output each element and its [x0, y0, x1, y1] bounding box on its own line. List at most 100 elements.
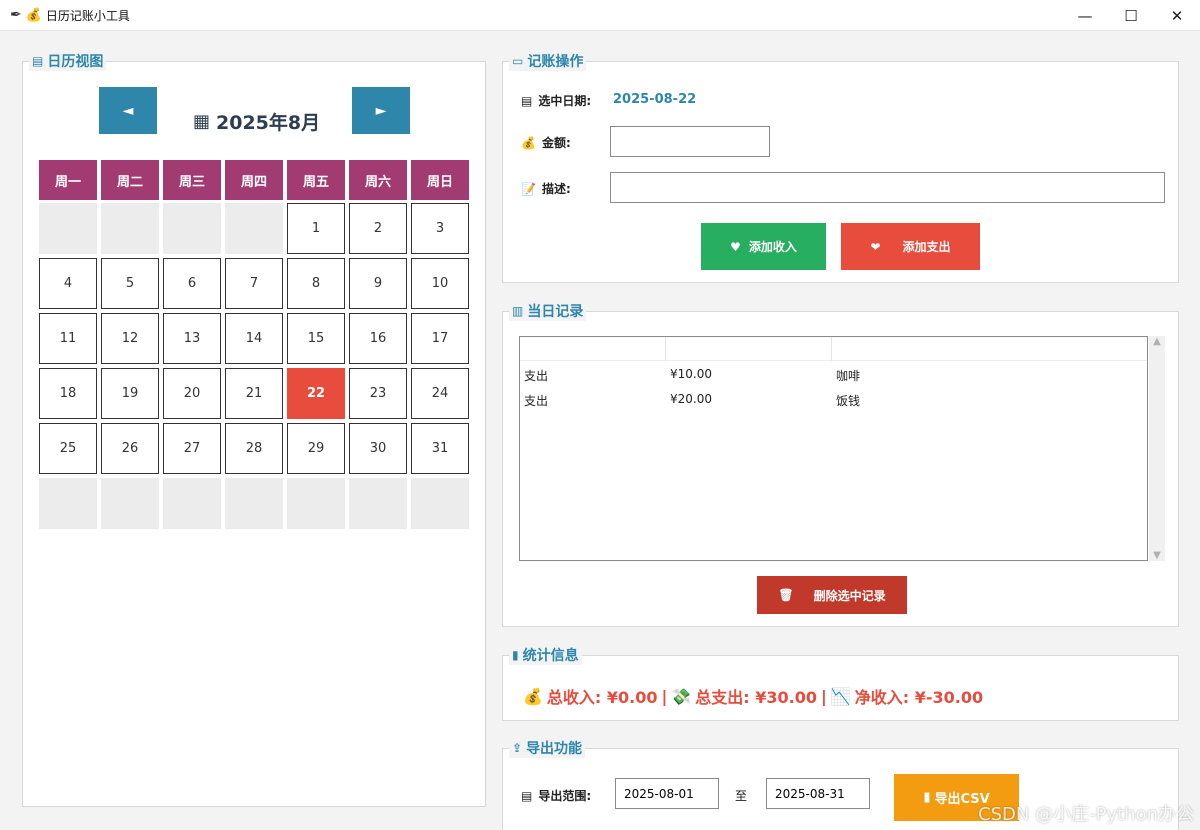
calendar-day[interactable]: 5 — [101, 258, 159, 309]
heart-icon: ❤ — [870, 239, 881, 254]
month-title-text: 2025年8月 — [216, 111, 321, 134]
calendar-empty-cell — [39, 478, 97, 529]
next-month-button[interactable]: ► — [352, 87, 410, 134]
calendar-day[interactable]: 20 — [163, 368, 221, 419]
delete-record-button[interactable]: 🗑 删除选中记录 — [757, 576, 907, 614]
calendar-empty-cell — [163, 478, 221, 529]
calendar-section-title: 日历视图 — [47, 54, 104, 70]
entry-frame: ▭ 记账操作 ▤ 选中日期: 2025-08-22 💰 金额: 📝 描述: ♥ … — [502, 51, 1179, 283]
watermark: CSDN @小庄-Python办公 — [978, 804, 1194, 825]
calendar-day[interactable]: 25 — [39, 423, 97, 474]
calendar-day[interactable]: 10 — [411, 258, 469, 309]
month-title: ▦ 2025年8月 — [193, 107, 323, 135]
calendar-day[interactable]: 19 — [101, 368, 159, 419]
calendar-day[interactable]: 12 — [101, 313, 159, 364]
calendar-day[interactable]: 18 — [39, 368, 97, 419]
stats-section-title: 统计信息 — [522, 648, 579, 664]
export-end-date[interactable] — [766, 778, 870, 809]
calendar-day[interactable]: 23 — [349, 368, 407, 419]
calendar-empty-cell — [39, 203, 97, 254]
calendar-empty-cell — [163, 203, 221, 254]
record-amount: ¥10.00 — [670, 367, 712, 381]
calendar-day[interactable]: 4 — [39, 258, 97, 309]
calendar-day[interactable]: 3 — [411, 203, 469, 254]
to-label: 至 — [735, 789, 748, 803]
calendar-day[interactable]: 7 — [225, 258, 283, 309]
calendar-day[interactable]: 24 — [411, 368, 469, 419]
add-income-button[interactable]: ♥ 添加收入 — [701, 223, 826, 270]
calendar-day[interactable]: 21 — [225, 368, 283, 419]
calendar-legend: ▤ 日历视图 — [29, 51, 107, 71]
calendar-empty-cell — [287, 478, 345, 529]
prev-month-button[interactable]: ◄ — [99, 87, 157, 134]
stats-separator: | — [821, 686, 827, 706]
records-scrollbar[interactable]: ▲ ▼ — [1149, 336, 1165, 561]
bar-chart-icon: ▮ — [923, 790, 931, 805]
calendar-day[interactable]: 31 — [411, 423, 469, 474]
calendar-day[interactable]: 14 — [225, 313, 283, 364]
scroll-down-icon[interactable]: ▼ — [1153, 550, 1161, 561]
stats-summary: 💰 总收入: ¥0.00 | 💸 总支出: ¥30.00 | 📉 净收入: ¥-… — [523, 684, 983, 708]
amount-input[interactable] — [610, 126, 770, 157]
weekday-header: 周一 周二 周三 周四 周五 周六 周日 — [39, 160, 469, 200]
weekday-header-cell: 周二 — [101, 160, 159, 200]
calendar-day[interactable]: 1 — [287, 203, 345, 254]
records-frame: ▥ 当日记录 支出 ¥10.00 咖啡 支出 ¥20.00 饭钱 ▲ ▼ 🗑 删… — [502, 301, 1179, 627]
chart-icon: 📉 — [830, 686, 851, 706]
calendar-day[interactable]: 30 — [349, 423, 407, 474]
calendar-day[interactable]: 27 — [163, 423, 221, 474]
calendar-day[interactable]: 11 — [39, 313, 97, 364]
records-list[interactable]: 支出 ¥10.00 咖啡 支出 ¥20.00 饭钱 — [519, 336, 1148, 561]
entry-section-title: 记账操作 — [527, 54, 584, 70]
selected-date-value: 2025-08-22 — [613, 92, 697, 107]
stats-separator: | — [661, 686, 668, 706]
calendar-day[interactable]: 9 — [349, 258, 407, 309]
entry-legend: ▭ 记账操作 — [509, 51, 587, 71]
calendar-icon: ▤ — [32, 54, 44, 68]
records-legend: ▥ 当日记录 — [509, 301, 587, 321]
calendar-day[interactable]: 13 — [163, 313, 221, 364]
calendar-frame: ▤ 日历视图 ◄ ▦ 2025年8月 ► 周一 周二 周三 周四 周五 周六 周日 1234… — [22, 51, 486, 807]
stats-frame: ▮ 统计信息 💰 总收入: ¥0.00 | 💸 总支出: ¥30.00 | 📉 … — [502, 645, 1179, 721]
export-range-label: ▤ 导出范围: — [521, 788, 592, 804]
calendar-day[interactable]: 16 — [349, 313, 407, 364]
memo-icon: 📝 — [521, 181, 536, 196]
calendar-day[interactable]: 15 — [287, 313, 345, 364]
add-expense-button[interactable]: ❤ 添加支出 — [841, 223, 980, 270]
weekday-header-cell: 周一 — [39, 160, 97, 200]
description-input[interactable] — [610, 172, 1165, 203]
calendar-day[interactable]: 17 — [411, 313, 469, 364]
heart-icon: ♥ — [730, 239, 741, 254]
stats-legend: ▮ 统计信息 — [509, 645, 582, 665]
calendar-day[interactable]: 28 — [225, 423, 283, 474]
calendar-empty-cell — [411, 478, 469, 529]
trash-icon: 🗑 — [778, 588, 794, 602]
card-icon: ▭ — [512, 54, 524, 68]
total-expense: 总支出: ¥30.00 — [695, 688, 817, 707]
calendar-day[interactable]: 8 — [287, 258, 345, 309]
table-row[interactable]: 支出 ¥20.00 饭钱 — [520, 388, 1147, 412]
calendar-day[interactable]: 26 — [101, 423, 159, 474]
record-amount: ¥20.00 — [670, 392, 712, 406]
weekday-header-cell: 周三 — [163, 160, 221, 200]
export-start-date[interactable] — [615, 778, 719, 809]
calendar-day[interactable]: 29 — [287, 423, 345, 474]
close-button[interactable]: ✕ — [1154, 0, 1200, 31]
table-row[interactable]: 支出 ¥10.00 咖啡 — [520, 363, 1147, 387]
record-type: 支出 — [524, 394, 549, 408]
feather-icon: ✒ — [10, 7, 22, 23]
clipboard-icon: ▥ — [512, 304, 524, 318]
weekday-header-cell: 周日 — [411, 160, 469, 200]
calendar-day[interactable]: 2 — [349, 203, 407, 254]
calendar-empty-cell — [349, 478, 407, 529]
scroll-up-icon[interactable]: ▲ — [1153, 336, 1161, 347]
net-income: 净收入: ¥-30.00 — [854, 688, 984, 707]
calendar-day[interactable]: 6 — [163, 258, 221, 309]
calendar-empty-cell — [101, 203, 159, 254]
minimize-button[interactable]: — — [1062, 0, 1108, 31]
calendar-day-selected[interactable]: 22 — [287, 368, 345, 419]
records-section-title: 当日记录 — [527, 304, 584, 320]
records-list-header — [520, 337, 1147, 361]
maximize-button[interactable]: ☐ — [1108, 0, 1154, 31]
calendar-empty-cell — [225, 478, 283, 529]
